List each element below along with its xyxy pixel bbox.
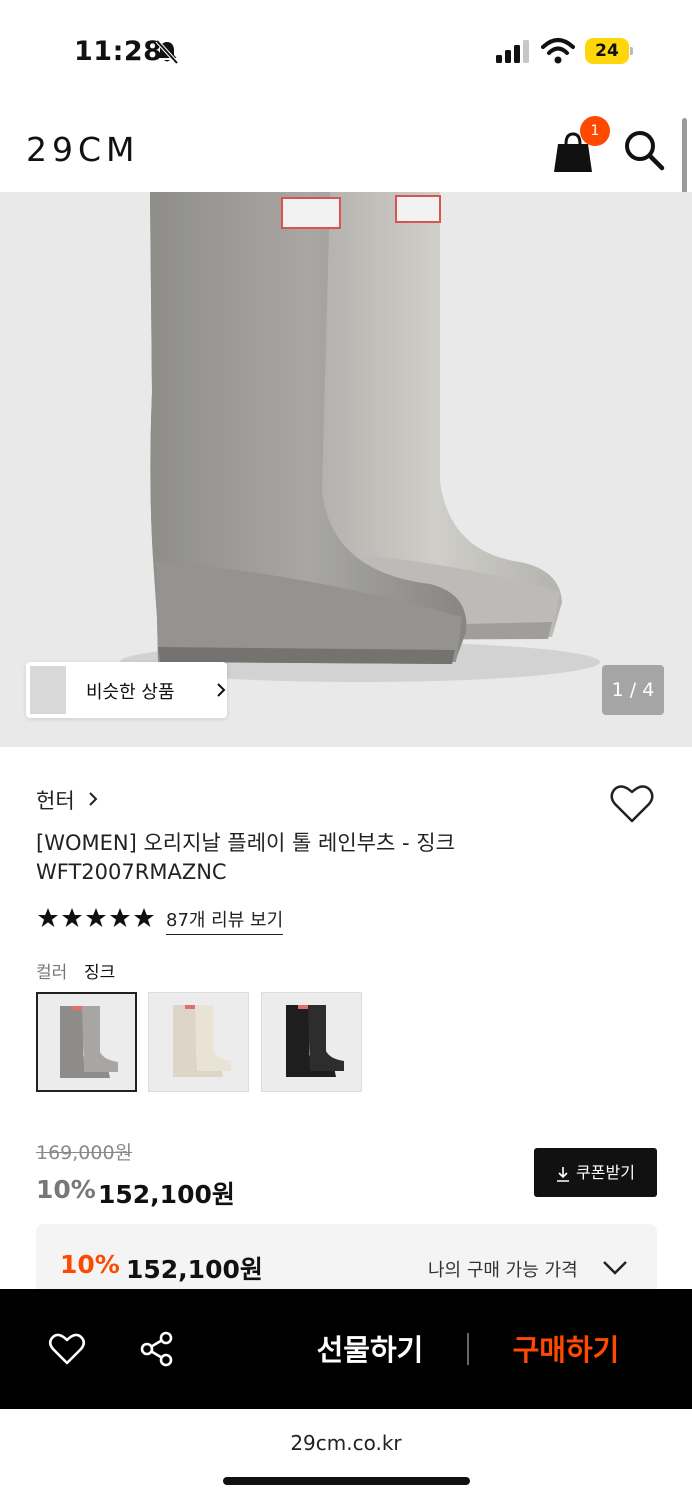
bell-muted-icon: [155, 39, 179, 65]
cream-boot-thumbnail: [173, 1005, 231, 1077]
color-swatch-zinc[interactable]: [36, 992, 137, 1092]
product-title: [WOMEN] 오리지날 플레이 톨 레인부츠 - 징크: [36, 831, 455, 855]
divider: [467, 1333, 469, 1365]
sale-price: 152,100원: [98, 1180, 235, 1209]
color-value: 징크: [84, 963, 116, 983]
cart-count-badge: 1: [580, 116, 610, 146]
best-discount-rate: 10%: [60, 1250, 120, 1279]
similar-product-thumbnail: [30, 666, 66, 714]
cellular-signal-icon: [496, 40, 529, 63]
app-header: 29CM: [0, 100, 692, 192]
logo[interactable]: 29CM: [26, 130, 140, 169]
gift-button[interactable]: 선물하기: [300, 1329, 440, 1371]
best-price: 152,100원: [126, 1255, 263, 1284]
bottom-action-bar: 선물하기 구매하기: [0, 1289, 692, 1409]
color-label: 컬러: [36, 963, 68, 983]
original-price: 169,000원: [36, 1142, 133, 1164]
coupon-label: 쿠폰받기: [576, 1163, 635, 1182]
status-time: 11:28: [74, 36, 163, 67]
download-icon: [557, 1166, 570, 1182]
zinc-boot-thumbnail: [60, 1006, 118, 1078]
browser-url-bar[interactable]: 29cm.co.kr: [0, 1409, 692, 1500]
battery-level: 24: [595, 41, 619, 61]
chevron-right-icon: [217, 683, 226, 697]
chevron-down-icon: [603, 1261, 627, 1275]
similar-products-label: 비슷한 상품: [86, 682, 175, 703]
wifi-icon: [541, 38, 575, 64]
url-text[interactable]: 29cm.co.kr: [0, 1431, 692, 1455]
rating-stars: [38, 908, 154, 927]
chevron-right-icon: [89, 792, 98, 806]
product-code: WFT2007RMAZNC: [36, 860, 227, 884]
image-page-counter: 1 / 4: [602, 665, 664, 715]
similar-products-button[interactable]: 비슷한 상품: [26, 662, 227, 718]
status-bar: 11:28 24: [0, 0, 692, 100]
best-price-label: 나의 구매 가능 가격: [428, 1260, 578, 1281]
brand-link[interactable]: 헌터: [36, 785, 75, 815]
heart-outline-icon[interactable]: [609, 782, 655, 824]
color-swatch-black[interactable]: [261, 992, 362, 1092]
review-link[interactable]: 87개 리뷰 보기: [166, 906, 284, 935]
heart-outline-icon[interactable]: [48, 1332, 86, 1366]
share-icon[interactable]: [138, 1330, 176, 1368]
color-swatch-cream[interactable]: [148, 992, 249, 1092]
search-icon[interactable]: [622, 128, 666, 172]
home-indicator[interactable]: [223, 1477, 470, 1485]
black-boot-thumbnail: [286, 1005, 344, 1077]
buy-button[interactable]: 구매하기: [496, 1329, 636, 1371]
coupon-download-button[interactable]: 쿠폰받기: [534, 1148, 657, 1197]
discount-rate: 10%: [36, 1175, 96, 1204]
battery-indicator: 24: [585, 38, 633, 64]
